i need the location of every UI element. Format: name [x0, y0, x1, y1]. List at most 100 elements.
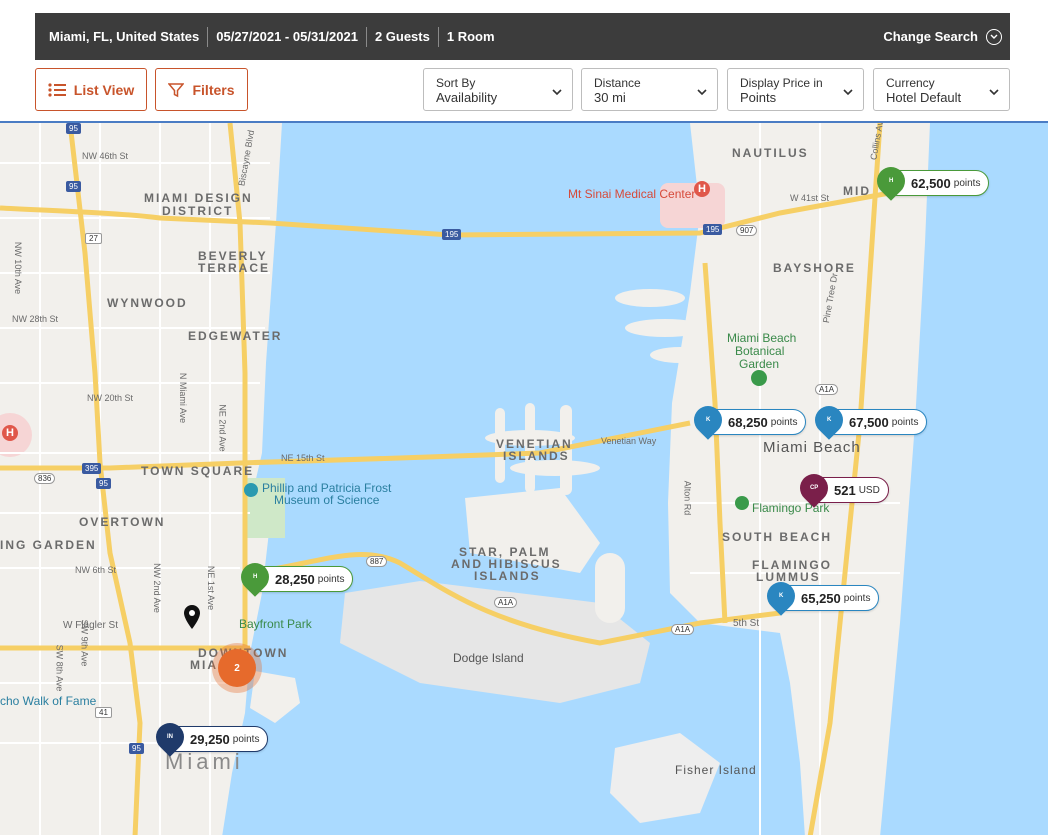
route-shield-a1a-3: A1A	[671, 624, 695, 635]
location-marker-icon	[184, 605, 200, 629]
search-summary-bar: Miami, FL, United States 05/27/2021 - 05…	[35, 13, 1010, 60]
chevron-down-icon	[843, 89, 853, 96]
distance-value: 30 mi	[594, 90, 626, 105]
pin-unit: USD	[858, 484, 880, 496]
currency-select[interactable]: Currency Hotel Default	[873, 68, 1010, 111]
display-price-select[interactable]: Display Price in Points	[727, 68, 864, 111]
street-nw-6th: NW 6th St	[75, 565, 117, 575]
poi-botanical-garden-2: Botanical	[735, 344, 785, 358]
street-ne-2nd: NE 2nd Ave	[217, 404, 228, 452]
label-miami-design-district: MIAMI DESIGN	[144, 191, 253, 205]
hotel-price-pin[interactable]: H 62,500 points	[871, 161, 990, 201]
street-w-41st: W 41st St	[790, 193, 830, 203]
label-nautilus: NAUTILUS	[732, 146, 809, 160]
sort-by-label: Sort By	[436, 76, 476, 90]
route-shield-836: 836	[34, 473, 56, 484]
list-view-button[interactable]: List View	[35, 68, 147, 111]
street-nw-20th: NW 20th St	[87, 393, 134, 403]
route-shield-887: 887	[366, 556, 388, 567]
hospital-icon: H	[694, 181, 710, 197]
hotel-price-pin[interactable]: K 65,250 points	[761, 576, 880, 616]
pin-price: 65,250	[801, 590, 841, 606]
route-shield-395: 395	[82, 463, 102, 474]
poi-mt-sinai: Mt Sinai Medical Center	[568, 187, 696, 201]
route-shield-195: 195	[442, 229, 462, 240]
poi-frost-museum-2: Museum of Science	[274, 493, 380, 507]
poi-bayfront-park: Bayfront Park	[239, 617, 312, 631]
street-sw-8th: SW 8th Ave	[54, 644, 65, 692]
street-ne-1st: NE 1st Ave	[206, 565, 217, 611]
search-guests: 2 Guests	[367, 26, 439, 47]
street-nw-2nd: NW 2nd Ave	[151, 563, 162, 613]
distance-select[interactable]: Distance 30 mi	[581, 68, 718, 111]
map-base	[0, 123, 1048, 835]
pin-price: 28,250	[275, 571, 315, 587]
label-miami-design-district-2: DISTRICT	[162, 204, 234, 218]
display-price-label: Display Price in	[740, 76, 823, 90]
sort-by-select[interactable]: Sort By Availability	[423, 68, 573, 111]
filters-label: Filters	[192, 81, 235, 98]
search-dates: 05/27/2021 - 05/31/2021	[208, 26, 367, 47]
chevron-down-icon	[697, 89, 707, 96]
label-star-palm-3: ISLANDS	[474, 569, 541, 583]
label-beverly-terrace-2: TERRACE	[198, 261, 271, 275]
label-wynwood: WYNWOOD	[107, 296, 188, 310]
hotel-price-pin[interactable]: IN 29,250 points	[150, 717, 269, 757]
list-icon	[48, 82, 66, 97]
label-venetian-islands-2: ISLANDS	[503, 449, 570, 463]
pin-unit: points	[891, 416, 919, 428]
hospital-icon: H	[2, 425, 18, 441]
search-rooms: 1 Room	[446, 28, 495, 44]
street-venetian-way: Venetian Way	[601, 436, 657, 446]
route-shield-95d: 95	[129, 743, 144, 754]
poi-botanical-garden-3: Garden	[739, 357, 780, 371]
route-shield-195b: 195	[703, 224, 723, 235]
route-shield-a1a-2: A1A	[494, 597, 518, 608]
pin-price: 68,250	[728, 414, 768, 430]
chevron-down-icon	[986, 28, 1002, 45]
route-shield-95c: 95	[96, 478, 111, 489]
street-nw-10th: NW 10th Ave	[13, 241, 24, 295]
chevron-down-icon	[552, 89, 562, 96]
pin-price: 62,500	[911, 175, 951, 191]
hotel-price-pin[interactable]: K 67,500 points	[809, 400, 928, 440]
hotel-cluster-marker[interactable]: 2	[218, 649, 256, 687]
route-shield-95b: 95	[66, 181, 81, 192]
park-icon	[735, 496, 749, 510]
hotel-price-pin[interactable]: H 28,250 points	[235, 557, 354, 597]
street-w-flagler: W Flagler St	[63, 620, 119, 631]
pin-price: 67,500	[849, 414, 889, 430]
filter-icon	[168, 82, 185, 97]
label-miami: Miami	[165, 749, 244, 774]
route-shield-41: 41	[95, 707, 112, 718]
label-flamingo-lummus-2: LUMMUS	[756, 570, 821, 584]
pin-unit: points	[770, 416, 798, 428]
hotel-price-pin[interactable]: K 68,250 points	[688, 400, 807, 440]
route-shield-95: 95	[66, 123, 81, 134]
change-search-label: Change Search	[883, 29, 978, 44]
label-overtown: OVERTOWN	[79, 515, 166, 529]
pin-price: 521	[834, 482, 856, 498]
park-icon	[751, 370, 767, 386]
museum-icon	[244, 483, 258, 497]
currency-value: Hotel Default	[886, 90, 962, 105]
label-miami-beach: Miami Beach	[763, 439, 861, 456]
display-price-value: Points	[740, 90, 777, 105]
change-search-button[interactable]: Change Search	[883, 28, 1002, 45]
poi-botanical-garden: Miami Beach	[727, 331, 797, 345]
street-5th: 5th St	[733, 618, 760, 629]
label-dodge-island: Dodge Island	[453, 651, 524, 665]
sort-by-value: Availability	[436, 90, 498, 105]
filters-button[interactable]: Filters	[155, 68, 248, 111]
label-south-beach: SOUTH BEACH	[722, 530, 833, 544]
label-downtown-2: MIA	[190, 658, 218, 672]
street-nw-28th: NW 28th St	[12, 314, 59, 324]
distance-label: Distance	[594, 76, 641, 90]
street-ne-15th: NE 15th St	[281, 453, 325, 463]
hotel-map[interactable]: NAUTILUS MID MIAMI DESIGN DISTRICT BEVER…	[0, 121, 1048, 835]
pin-unit: points	[953, 177, 981, 189]
route-shield-a1a-1: A1A	[815, 384, 839, 395]
hotel-price-pin[interactable]: CP 521 USD	[794, 468, 889, 508]
route-shield-907: 907	[736, 225, 758, 236]
pin-price: 29,250	[190, 731, 230, 747]
